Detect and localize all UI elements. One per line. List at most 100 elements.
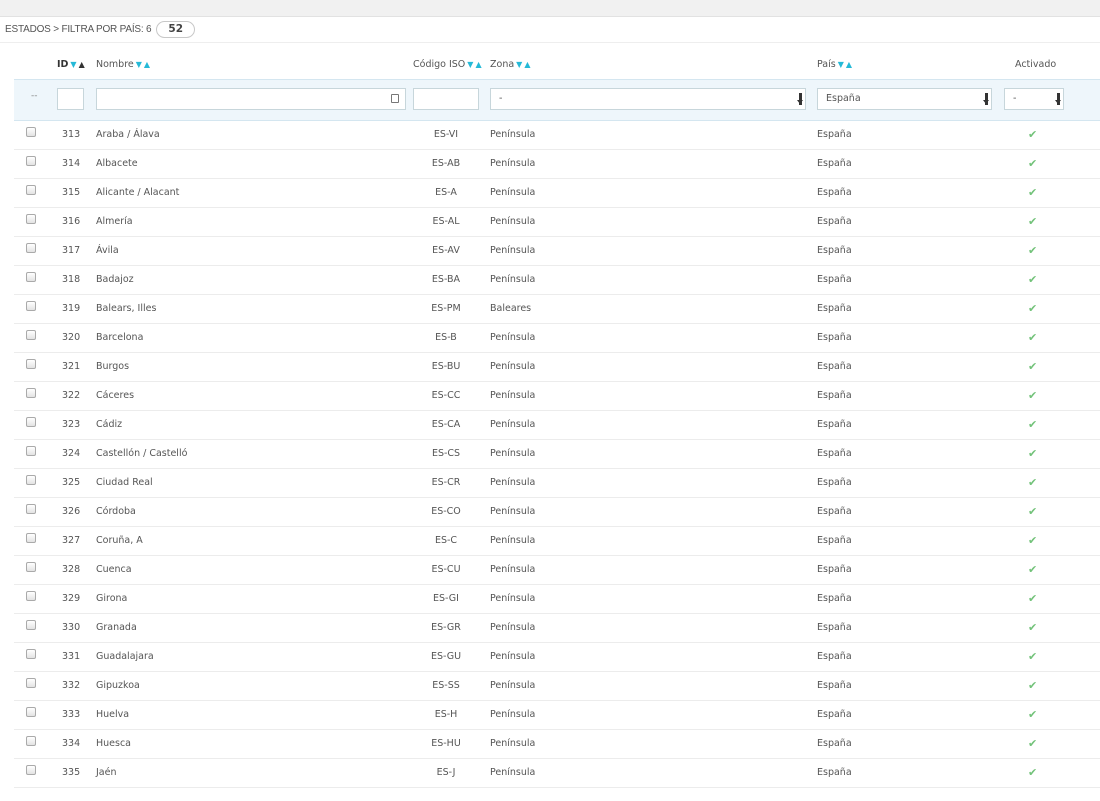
row-checkbox[interactable] (26, 533, 36, 543)
cell-iso: ES-BU (431, 361, 461, 372)
sort-desc-icon[interactable]: ▼ (467, 60, 473, 69)
filter-pais-select[interactable]: España (817, 88, 992, 110)
sort-desc-icon[interactable]: ▼ (516, 60, 522, 69)
cell-zona: Península (490, 506, 536, 517)
filter-nombre-input[interactable] (96, 88, 406, 110)
row-checkbox[interactable] (26, 127, 36, 137)
cell-id: 313 (62, 129, 81, 140)
sort-asc-icon[interactable]: ▲ (846, 60, 852, 69)
enabled-check-icon[interactable]: ✔ (1028, 642, 1037, 671)
table-row[interactable]: 329 Girona ES-GI Península España ✔ (14, 584, 1100, 614)
table-row[interactable]: 322 Cáceres ES-CC Península España ✔ (14, 381, 1100, 411)
table-row[interactable]: 317 Ávila ES-AV Península España ✔ (14, 236, 1100, 266)
row-checkbox[interactable] (26, 649, 36, 659)
enabled-check-icon[interactable]: ✔ (1028, 120, 1037, 149)
cell-zona: Península (490, 738, 536, 749)
filter-activado-select[interactable]: - (1004, 88, 1064, 110)
sort-desc-icon[interactable]: ▼ (70, 60, 76, 69)
sort-asc-icon[interactable]: ▲ (144, 60, 150, 69)
cell-pais: España (817, 738, 852, 749)
table-row[interactable]: 319 Balears, Illes ES-PM Baleares España ✔ (14, 294, 1100, 324)
filter-activado-value: - (1013, 93, 1017, 104)
cell-pais: España (817, 593, 852, 604)
row-checkbox[interactable] (26, 562, 36, 572)
filter-id-input[interactable] (57, 88, 84, 110)
enabled-check-icon[interactable]: ✔ (1028, 671, 1037, 700)
filter-zona-select[interactable]: - (490, 88, 806, 110)
enabled-check-icon[interactable]: ✔ (1028, 613, 1037, 642)
enabled-check-icon[interactable]: ✔ (1028, 468, 1037, 497)
enabled-check-icon[interactable]: ✔ (1028, 758, 1037, 787)
row-checkbox[interactable] (26, 707, 36, 717)
table-row[interactable]: 333 Huelva ES-H Península España ✔ (14, 700, 1100, 730)
row-checkbox[interactable] (26, 678, 36, 688)
row-checkbox[interactable] (26, 301, 36, 311)
table-row[interactable]: 316 Almería ES-AL Península España ✔ (14, 207, 1100, 237)
enabled-check-icon[interactable]: ✔ (1028, 265, 1037, 294)
cell-id: 320 (62, 332, 81, 343)
enabled-check-icon[interactable]: ✔ (1028, 526, 1037, 555)
sort-desc-icon[interactable]: ▼ (838, 60, 844, 69)
row-checkbox[interactable] (26, 475, 36, 485)
enabled-check-icon[interactable]: ✔ (1028, 555, 1037, 584)
enabled-check-icon[interactable]: ✔ (1028, 178, 1037, 207)
enabled-check-icon[interactable]: ✔ (1028, 729, 1037, 758)
row-checkbox[interactable] (26, 446, 36, 456)
table-row[interactable]: 331 Guadalajara ES-GU Península España ✔ (14, 642, 1100, 672)
row-checkbox[interactable] (26, 214, 36, 224)
enabled-check-icon[interactable]: ✔ (1028, 236, 1037, 265)
row-checkbox[interactable] (26, 359, 36, 369)
cell-iso: ES-CU (431, 564, 461, 575)
sort-desc-icon[interactable]: ▼ (136, 60, 142, 69)
cell-nombre: Burgos (96, 361, 130, 372)
cell-pais: España (817, 651, 852, 662)
row-checkbox[interactable] (26, 185, 36, 195)
row-checkbox[interactable] (26, 765, 36, 775)
table-row[interactable]: 323 Cádiz ES-CA Península España ✔ (14, 410, 1100, 440)
row-checkbox[interactable] (26, 330, 36, 340)
table-row[interactable]: 315 Alicante / Alacant ES-A Península España… (14, 178, 1100, 208)
table-row[interactable]: 332 Gipuzkoa ES-SS Península España ✔ (14, 671, 1100, 701)
table-row[interactable]: 325 Ciudad Real ES-CR Península España ✔ (14, 468, 1100, 498)
table-row[interactable]: 326 Córdoba ES-CO Península España ✔ (14, 497, 1100, 527)
enabled-check-icon[interactable]: ✔ (1028, 294, 1037, 323)
cell-pais: España (817, 506, 852, 517)
sort-asc-icon[interactable]: ▲ (524, 60, 530, 69)
enabled-check-icon[interactable]: ✔ (1028, 381, 1037, 410)
table-row[interactable]: 313 Araba / Álava ES-VI Península España ✔ (14, 120, 1100, 150)
enabled-check-icon[interactable]: ✔ (1028, 497, 1037, 526)
enabled-check-icon[interactable]: ✔ (1028, 584, 1037, 613)
sort-asc-icon[interactable]: ▲ (475, 60, 481, 69)
row-checkbox[interactable] (26, 504, 36, 514)
row-checkbox[interactable] (26, 620, 36, 630)
row-checkbox[interactable] (26, 417, 36, 427)
enabled-check-icon[interactable]: ✔ (1028, 207, 1037, 236)
table-row[interactable]: 327 Coruña, A ES-C Península España ✔ (14, 526, 1100, 556)
cell-id: 331 (62, 651, 81, 662)
table-row[interactable]: 324 Castellón / Castelló ES-CS Península Esp… (14, 439, 1100, 469)
table-row[interactable]: 328 Cuenca ES-CU Península España ✔ (14, 555, 1100, 585)
sort-asc-icon[interactable]: ▲ (79, 60, 85, 69)
filter-clear-icon[interactable] (391, 94, 399, 103)
row-checkbox[interactable] (26, 272, 36, 282)
table-row[interactable]: 335 Jaén ES-J Península España ✔ (14, 758, 1100, 788)
cell-iso: ES-CS (431, 448, 461, 459)
filter-iso-input[interactable] (413, 88, 479, 110)
row-checkbox[interactable] (26, 736, 36, 746)
row-checkbox[interactable] (26, 388, 36, 398)
table-row[interactable]: 320 Barcelona ES-B Península España ✔ (14, 323, 1100, 353)
table-row[interactable]: 330 Granada ES-GR Península España ✔ (14, 613, 1100, 643)
table-row[interactable]: 314 Albacete ES-AB Península España ✔ (14, 149, 1100, 179)
enabled-check-icon[interactable]: ✔ (1028, 149, 1037, 178)
table-row[interactable]: 318 Badajoz ES-BA Península España ✔ (14, 265, 1100, 295)
enabled-check-icon[interactable]: ✔ (1028, 700, 1037, 729)
table-row[interactable]: 334 Huesca ES-HU Península España ✔ (14, 729, 1100, 759)
table-row[interactable]: 321 Burgos ES-BU Península España ✔ (14, 352, 1100, 382)
row-checkbox[interactable] (26, 156, 36, 166)
enabled-check-icon[interactable]: ✔ (1028, 323, 1037, 352)
row-checkbox[interactable] (26, 243, 36, 253)
row-checkbox[interactable] (26, 591, 36, 601)
enabled-check-icon[interactable]: ✔ (1028, 352, 1037, 381)
enabled-check-icon[interactable]: ✔ (1028, 439, 1037, 468)
enabled-check-icon[interactable]: ✔ (1028, 410, 1037, 439)
